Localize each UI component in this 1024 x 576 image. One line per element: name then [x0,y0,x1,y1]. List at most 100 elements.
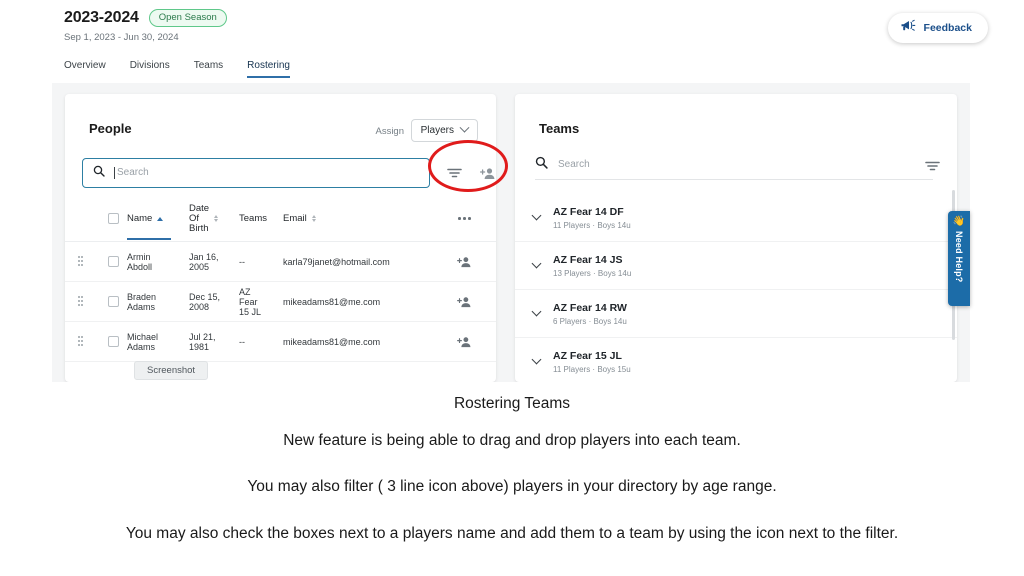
team-name: AZ Fear 14 JS [553,253,623,266]
more-options-icon [458,217,471,220]
season-header: 2023-2024 Open Season [64,9,227,27]
th-select-all[interactable] [99,213,127,224]
cell-name-last: Adams [127,301,156,312]
row-drag-handle[interactable] [65,255,99,268]
people-filter-icon[interactable] [445,164,463,182]
list-item[interactable]: AZ Fear 15 JL 11 Players · Boys 15u [515,338,957,382]
teams-search-input[interactable]: Search [535,150,933,180]
assign-label: Assign [375,126,404,137]
need-help-label: Need Help? [954,231,964,283]
people-panel: People Assign Players Search Name Date O… [65,94,496,382]
cell-teams-line2: Fear [239,296,258,307]
teams-filter-icon[interactable] [923,157,941,175]
cell-name-last: Abdoll [127,261,153,272]
slide-caption: Rostering Teams New feature is being abl… [0,396,1024,541]
th-date-of-birth[interactable]: Date Of Birth [189,203,239,234]
table-row[interactable]: Armin Abdoll Jan 16, 2005 -- karla79jane… [65,242,496,282]
chevron-down-icon[interactable] [531,258,542,269]
sort-ascending-icon [157,216,164,221]
row-checkbox[interactable] [107,256,119,267]
nav-tab-teams[interactable]: Teams [194,60,223,78]
caption-line-2: You may also filter ( 3 line icon above)… [247,478,777,495]
caption-line-1: New feature is being able to drag and dr… [283,431,741,449]
add-person-icon [457,296,471,307]
th-dob-label: Date Of Birth [189,203,209,234]
cell-teams: -- [239,337,283,347]
list-item[interactable]: AZ Fear 14 DF 11 Players · Boys 14u [515,194,957,242]
cell-name: Armin Abdoll [127,252,189,272]
chevron-down-icon[interactable] [531,210,542,221]
cell-teams: AZ Fear 15 JL [239,287,283,317]
sort-toggle-icon [311,215,316,222]
th-dob-line3: Birth [189,222,209,234]
team-meta: 11 Players · Boys 14u [553,220,631,230]
assign-type-dropdown[interactable]: Players [410,119,478,142]
nav-tab-rostering[interactable]: Rostering [247,60,290,78]
people-search-placeholder: Search [114,167,149,179]
team-meta: 6 Players · Boys 14u [553,316,627,326]
chevron-down-icon[interactable] [531,306,542,317]
active-sort-underline [127,238,171,240]
cell-dob-line2: 2008 [189,301,210,312]
th-teams-label: Teams [239,213,267,224]
feedback-button[interactable]: Feedback [887,13,988,43]
team-name: AZ Fear 14 DF [553,205,624,218]
add-people-to-team-icon[interactable] [479,164,496,182]
th-email-label: Email [283,213,307,224]
season-status-badge: Open Season [148,9,227,27]
cell-name: Braden Adams [127,292,189,312]
search-icon [93,164,105,182]
table-row[interactable]: Michael Adams Jul 21, 1981 -- mikeadams8… [65,322,496,362]
cell-name-first: Braden [127,291,157,302]
chevron-down-icon[interactable] [531,354,542,365]
th-email[interactable]: Email [283,213,433,224]
row-select[interactable] [99,256,127,267]
chevron-down-icon [459,122,470,133]
cell-teams-line1: -- [239,256,245,267]
drag-handle-icon [77,335,87,348]
cell-teams-line1: AZ [239,286,251,297]
th-name-label: Name [127,213,153,224]
assign-type-value: Players [420,125,454,136]
nav-tab-divisions[interactable]: Divisions [130,60,170,78]
waving-hand-icon: 👋 [952,216,966,227]
cell-dob-line1: Jul 21, [189,331,216,342]
cell-dob-line2: 2005 [189,261,210,272]
row-add-to-team-button[interactable] [433,256,496,268]
screenshot-badge: Screenshot [134,361,209,380]
table-row[interactable]: Braden Adams Dec 15, 2008 AZ Fear 15 JL … [65,282,496,322]
drag-handle-icon [77,295,87,308]
need-help-tab[interactable]: 👋 Need Help? [948,211,970,306]
primary-nav: Overview Divisions Teams Rostering [64,60,290,78]
row-add-to-team-button[interactable] [433,336,496,348]
list-item[interactable]: AZ Fear 14 JS 13 Players · Boys 14u [515,242,957,290]
app-canvas: People Assign Players Search Name Date O… [52,83,970,382]
cell-dob-line2: 1981 [189,341,210,352]
row-checkbox[interactable] [107,296,119,307]
cell-dob-line1: Dec 15, [189,291,221,302]
teams-panel: Teams Search AZ Fear 14 DF 11 Players · … [515,94,957,382]
caption-heading: Rostering Teams [453,395,570,412]
th-teams[interactable]: Teams [239,213,283,224]
row-add-to-team-button[interactable] [433,296,496,308]
nav-tab-overview[interactable]: Overview [64,60,106,78]
cell-email: mikeadams81@me.com [283,336,381,347]
cell-name-last: Adams [127,341,156,352]
select-all-checkbox[interactable] [107,213,119,224]
cell-teams-line1: -- [239,336,245,347]
list-item[interactable]: AZ Fear 14 RW 6 Players · Boys 14u [515,290,957,338]
row-select[interactable] [99,336,127,347]
season-date-range: Sep 1, 2023 - Jun 30, 2024 [64,32,179,43]
people-search-input[interactable]: Search [82,158,430,188]
th-name[interactable]: Name [127,213,189,240]
row-checkbox[interactable] [107,336,119,347]
row-drag-handle[interactable] [65,335,99,348]
caption-line-3: You may also check the boxes next to a p… [125,524,899,542]
row-drag-handle[interactable] [65,295,99,308]
team-name: AZ Fear 15 JL [553,349,622,362]
cell-date-of-birth: Jul 21, 1981 [189,332,239,352]
th-overflow-menu[interactable] [433,217,496,220]
cell-date-of-birth: Jan 16, 2005 [189,252,239,272]
feedback-label: Feedback [923,22,972,34]
row-select[interactable] [99,296,127,307]
